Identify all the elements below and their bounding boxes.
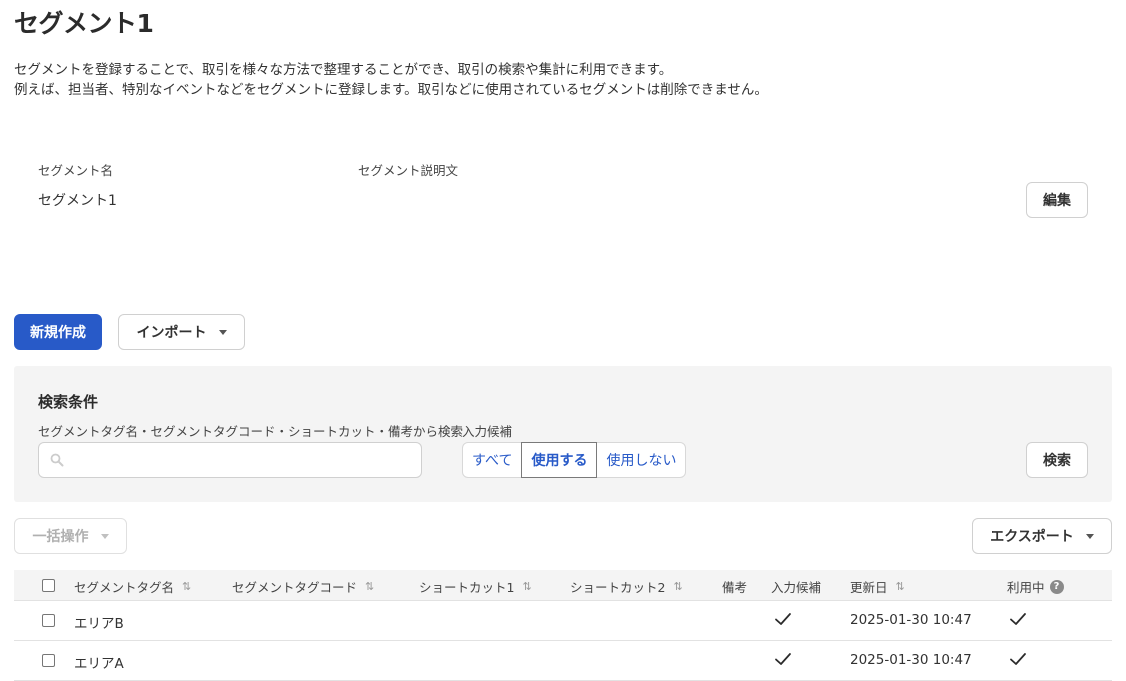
column-header-candidate: 入力候補 xyxy=(771,577,821,596)
column-header-name[interactable]: セグメントタグ名 ⇅ xyxy=(74,577,191,596)
cell-name[interactable]: エリアA xyxy=(74,652,124,672)
import-button-label: インポート xyxy=(136,325,207,341)
filter-option-not-use[interactable]: 使用しない xyxy=(596,442,687,478)
column-header-note: 備考 xyxy=(722,577,747,596)
search-button[interactable]: 検索 xyxy=(1026,442,1088,478)
search-icon xyxy=(50,453,64,467)
column-header-in-use: 利用中 ? xyxy=(1007,577,1064,596)
check-icon xyxy=(1010,613,1026,625)
column-header-name-label: セグメントタグ名 xyxy=(74,580,175,595)
segment-name-value: セグメント1 xyxy=(38,193,117,209)
export-button-label: エクスポート xyxy=(990,529,1074,545)
cell-updated: 2025-01-30 10:47 xyxy=(850,612,972,628)
page-description-line2: 例えば、担当者、特別なイベントなどをセグメントに登録します。取引などに使用されて… xyxy=(14,82,768,98)
import-dropdown-button[interactable]: インポート xyxy=(118,314,245,350)
chevron-down-icon xyxy=(218,329,227,335)
column-header-in-use-label: 利用中 xyxy=(1007,580,1045,595)
sort-icon[interactable]: ⇅ xyxy=(182,580,191,593)
sort-icon[interactable]: ⇅ xyxy=(673,580,682,593)
cell-name[interactable]: エリアB xyxy=(74,612,124,632)
segment-name-label: セグメント名 xyxy=(38,163,114,178)
sort-icon[interactable]: ⇅ xyxy=(365,580,374,593)
search-panel-title: 検索条件 xyxy=(38,393,99,411)
column-header-shortcut1-label: ショートカット1 xyxy=(419,580,515,595)
check-icon xyxy=(775,653,791,665)
chevron-down-icon xyxy=(1085,533,1094,539)
column-header-note-label: 備考 xyxy=(722,580,748,595)
edit-button[interactable]: 編集 xyxy=(1026,182,1088,218)
select-all-checkbox[interactable] xyxy=(42,579,55,592)
column-header-shortcut2-label: ショートカット2 xyxy=(570,580,666,595)
check-icon xyxy=(775,613,791,625)
row-checkbox[interactable] xyxy=(42,654,55,667)
search-field-label: セグメントタグ名・セグメントタグコード・ショートカット・備考から検索 xyxy=(38,424,464,439)
check-icon xyxy=(1010,653,1026,665)
filter-option-use[interactable]: 使用する xyxy=(521,442,598,478)
bulk-action-label: 一括操作 xyxy=(32,529,89,545)
column-header-code-label: セグメントタグコード xyxy=(232,580,358,595)
new-create-button[interactable]: 新規作成 xyxy=(14,314,102,350)
page-title: セグメント1 xyxy=(14,9,154,38)
chevron-down-icon xyxy=(100,533,109,539)
sort-icon[interactable]: ⇅ xyxy=(522,580,531,593)
cell-updated: 2025-01-30 10:47 xyxy=(850,652,972,668)
export-dropdown-button[interactable]: エクスポート xyxy=(972,518,1112,554)
column-header-shortcut1[interactable]: ショートカット1 ⇅ xyxy=(419,577,532,596)
page-description-line1: セグメントを登録することで、取引を様々な方法で整理することができ、取引の検索や集… xyxy=(14,62,673,78)
search-input[interactable] xyxy=(38,442,422,478)
column-header-updated[interactable]: 更新日 ⇅ xyxy=(850,577,905,596)
candidate-filter-label: 入力候補 xyxy=(462,424,513,439)
column-header-shortcut2[interactable]: ショートカット2 ⇅ xyxy=(570,577,683,596)
bulk-action-dropdown-button[interactable]: 一括操作 xyxy=(14,518,127,554)
help-icon[interactable]: ? xyxy=(1049,579,1064,594)
column-header-code[interactable]: セグメントタグコード ⇅ xyxy=(232,577,374,596)
segment-description-label: セグメント説明文 xyxy=(358,163,459,178)
column-header-updated-label: 更新日 xyxy=(850,580,888,595)
column-header-candidate-label: 入力候補 xyxy=(771,580,822,595)
row-checkbox[interactable] xyxy=(42,614,55,627)
sort-icon[interactable]: ⇅ xyxy=(896,580,905,593)
filter-option-all[interactable]: すべて xyxy=(462,442,523,478)
candidate-filter-segmented-control: すべて 使用する 使用しない xyxy=(462,442,687,478)
